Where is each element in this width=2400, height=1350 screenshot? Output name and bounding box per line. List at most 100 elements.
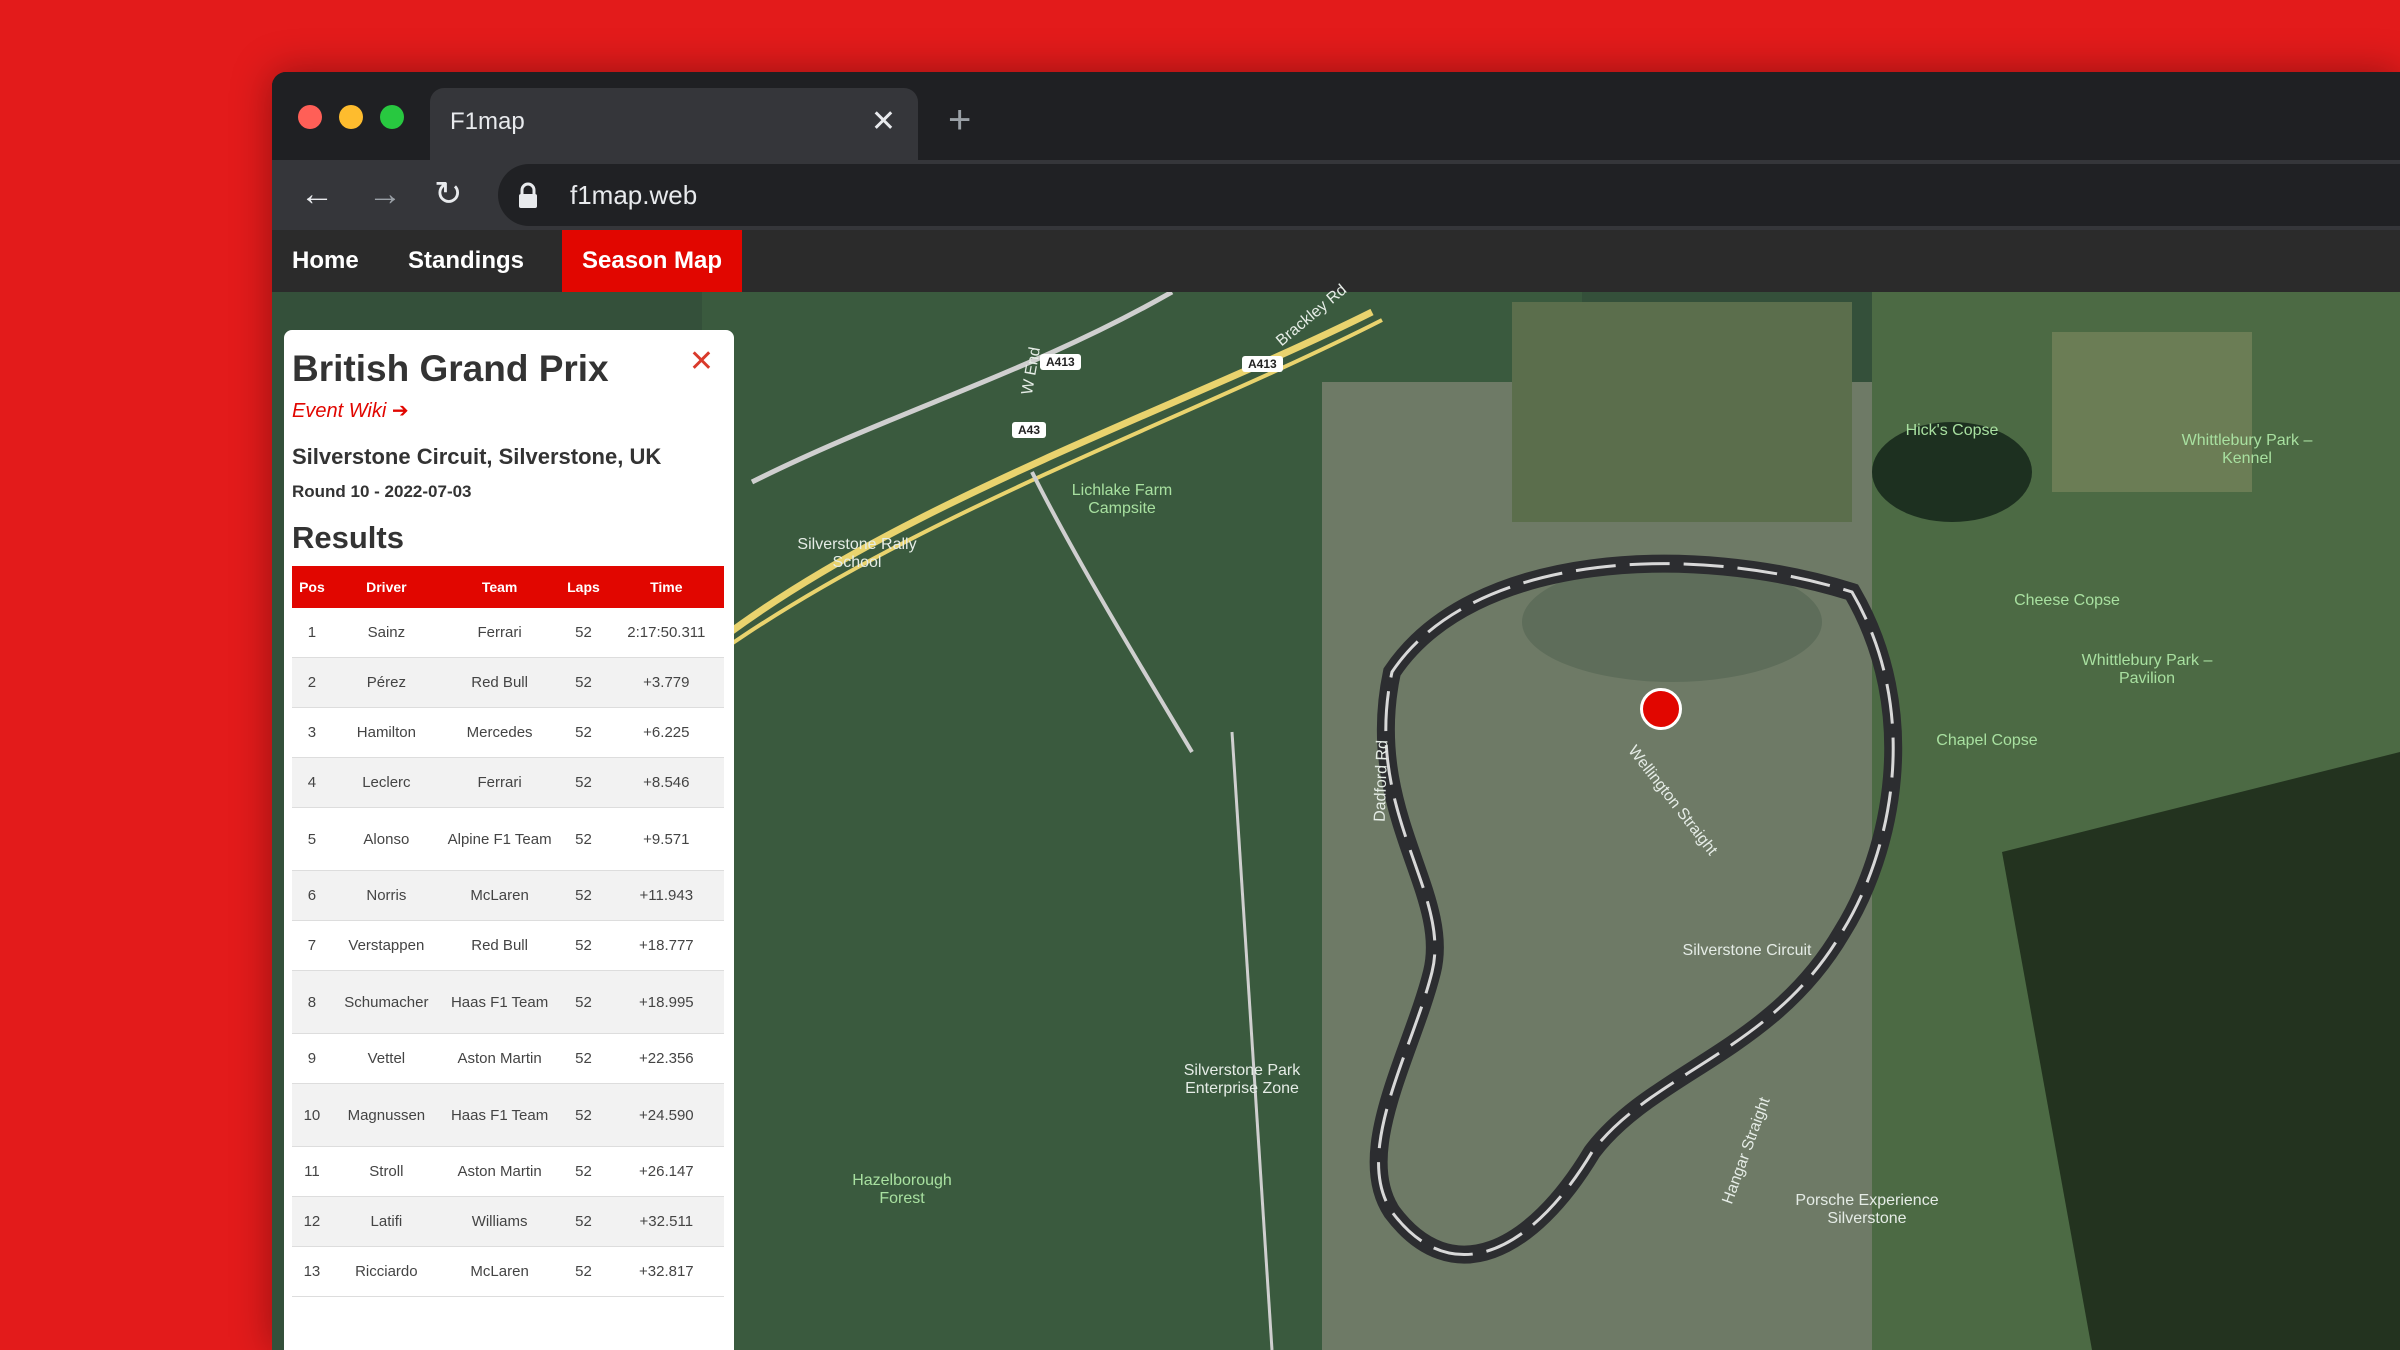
cell-driver: Verstappen: [331, 920, 441, 971]
column-header-time: Time: [608, 566, 724, 608]
table-row: 6 Norris McLaren 52 +11.943: [292, 870, 724, 921]
cell-driver: Vettel: [331, 1033, 441, 1084]
table-row: 1 Sainz Ferrari 52 2:17:50.311: [292, 608, 724, 658]
cell-time: +18.777: [608, 920, 724, 971]
cell-time: +8.546: [608, 757, 724, 808]
nav-season-map[interactable]: Season Map: [562, 230, 743, 292]
road-shield-a43: A43: [1012, 422, 1047, 438]
maximize-window-button[interactable]: [380, 105, 404, 129]
cell-laps: 52: [558, 608, 609, 658]
map-label-whittlebury-pavilion[interactable]: Whittlebury Park – Pavilion: [2072, 652, 2222, 688]
cell-driver: Magnussen: [331, 1083, 441, 1147]
cell-driver: Latifi: [331, 1196, 441, 1247]
cell-driver: Sainz: [331, 608, 441, 658]
cell-driver: Ricciardo: [331, 1246, 441, 1297]
map-label-cheese-copse[interactable]: Cheese Copse: [1992, 592, 2142, 610]
cell-time: +6.225: [608, 707, 724, 758]
cell-time: +22.356: [608, 1033, 724, 1084]
map-label-rally-school[interactable]: Silverstone Rally School: [792, 536, 922, 572]
table-row: 11 Stroll Aston Martin 52 +26.147: [292, 1146, 724, 1197]
cell-laps: 52: [558, 707, 609, 758]
tab-strip: F1map ✕ +: [272, 72, 2400, 160]
cell-pos: 8: [292, 970, 332, 1034]
table-row: 2 Pérez Red Bull 52 +3.779: [292, 657, 724, 708]
cell-time: +11.943: [608, 870, 724, 921]
map-label-porsche-experience[interactable]: Porsche Experience Silverstone: [1772, 1192, 1962, 1228]
cell-pos: 11: [292, 1146, 332, 1197]
event-venue: Silverstone Circuit, Silverstone, UK: [292, 444, 662, 469]
event-round-date: Round 10 - 2022-07-03: [292, 482, 472, 501]
tab-title: F1map: [450, 108, 525, 135]
cell-team: Haas F1 Team: [440, 970, 559, 1034]
table-row: 10 Magnussen Haas F1 Team 52 +24.590: [292, 1083, 724, 1147]
forward-arrow-icon[interactable]: →: [368, 174, 402, 214]
new-tab-icon[interactable]: +: [948, 100, 971, 140]
close-icon[interactable]: ✕: [689, 344, 714, 379]
map-label-lichlake-campsite[interactable]: Lichlake Farm Campsite: [1052, 482, 1192, 518]
cell-pos: 12: [292, 1196, 332, 1247]
reload-icon[interactable]: ↻: [434, 174, 463, 214]
table-row: 13 Ricciardo McLaren 52 +32.817: [292, 1246, 724, 1297]
cell-time: +26.147: [608, 1146, 724, 1197]
cell-laps: 52: [558, 1146, 609, 1197]
cell-pos: 13: [292, 1246, 332, 1297]
cell-team: Aston Martin: [440, 1033, 559, 1084]
close-window-button[interactable]: [298, 105, 322, 129]
cell-team: Mercedes: [440, 707, 559, 758]
map-label-hicks-copse[interactable]: Hick's Copse: [1872, 422, 2032, 440]
map-label-silverstone-circuit[interactable]: Silverstone Circuit: [1682, 942, 1812, 960]
map-label-silverstone-park[interactable]: Silverstone Park Enterprise Zone: [1152, 1062, 1332, 1098]
results-header-row: Pos Driver Team Laps Time: [292, 566, 724, 608]
cell-laps: 52: [558, 1196, 609, 1247]
cell-driver: Hamilton: [331, 707, 441, 758]
cell-pos: 10: [292, 1083, 332, 1147]
nav-home[interactable]: Home: [272, 230, 379, 292]
cell-team: Red Bull: [440, 920, 559, 971]
cell-team: Haas F1 Team: [440, 1083, 559, 1147]
cell-team: Ferrari: [440, 757, 559, 808]
browser-toolbar: ← → ↻ f1map.web: [272, 160, 2400, 230]
cell-time: +32.511: [608, 1196, 724, 1247]
cell-driver: Pérez: [331, 657, 441, 708]
cell-team: Alpine F1 Team: [440, 807, 559, 871]
column-header-driver: Driver: [331, 566, 441, 608]
results-table: Pos Driver Team Laps Time 1 Sainz Ferrar…: [292, 566, 724, 1297]
browser-tab[interactable]: F1map ✕: [430, 88, 918, 160]
results-heading: Results: [292, 520, 404, 555]
cell-driver: Norris: [331, 870, 441, 921]
map-label-hazelborough-forest[interactable]: Hazelborough Forest: [832, 1172, 972, 1208]
nav-standings[interactable]: Standings: [388, 230, 544, 292]
cell-pos: 5: [292, 807, 332, 871]
cell-driver: Schumacher: [331, 970, 441, 1034]
cell-pos: 1: [292, 608, 332, 658]
window-controls: [298, 105, 404, 129]
cell-laps: 52: [558, 870, 609, 921]
address-bar[interactable]: f1map.web: [498, 164, 2400, 226]
cell-team: Ferrari: [440, 608, 559, 658]
cell-team: Aston Martin: [440, 1146, 559, 1197]
column-header-laps: Laps: [558, 566, 609, 608]
cell-time: +3.779: [608, 657, 724, 708]
event-panel: British Grand Prix ✕ Event Wiki ➔ Silver…: [284, 330, 734, 1350]
back-arrow-icon[interactable]: ←: [300, 174, 334, 214]
cell-laps: 52: [558, 657, 609, 708]
cell-laps: 52: [558, 757, 609, 808]
table-row: 5 Alonso Alpine F1 Team 52 +9.571: [292, 807, 724, 871]
cell-team: Williams: [440, 1196, 559, 1247]
map-label-whittlebury-kennel[interactable]: Whittlebury Park – Kennel: [2172, 432, 2322, 468]
cell-pos: 2: [292, 657, 332, 708]
map-label-chapel-copse[interactable]: Chapel Copse: [1912, 732, 2062, 750]
table-row: 9 Vettel Aston Martin 52 +22.356: [292, 1033, 724, 1084]
minimize-window-button[interactable]: [339, 105, 363, 129]
cell-time: +24.590: [608, 1083, 724, 1147]
cell-driver: Alonso: [331, 807, 441, 871]
lock-icon: [519, 182, 537, 208]
tab-close-icon[interactable]: ✕: [871, 104, 896, 140]
event-wiki-link[interactable]: Event Wiki ➔: [292, 398, 409, 423]
race-location-pin[interactable]: [1640, 688, 1682, 730]
cell-time: +9.571: [608, 807, 724, 871]
cell-time: 2:17:50.311: [608, 608, 724, 658]
column-header-pos: Pos: [292, 566, 332, 608]
cell-time: +18.995: [608, 970, 724, 1034]
cell-laps: 52: [558, 970, 609, 1034]
